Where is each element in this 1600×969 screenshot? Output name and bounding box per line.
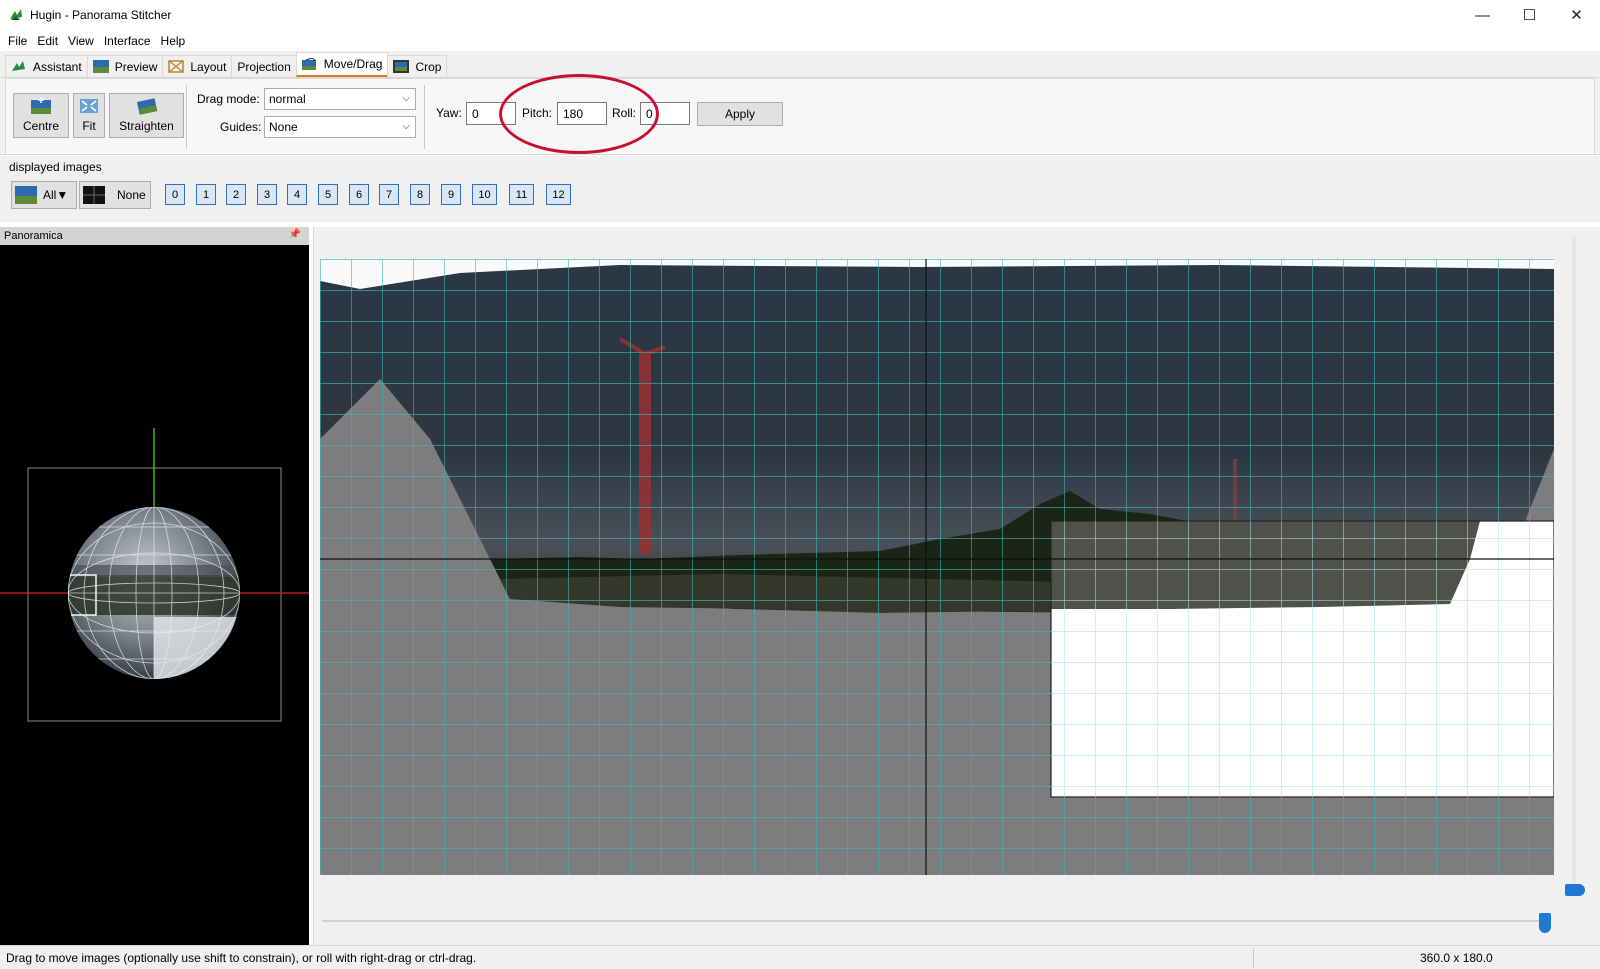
toolbar-inner: Centre Fit Straighten Drag mode: normal … (5, 78, 1595, 155)
move-drag-toolbar: Centre Fit Straighten Drag mode: normal … (0, 77, 1600, 155)
menu-view[interactable]: View (63, 34, 99, 48)
grid-overlay-bottom-right (1051, 797, 1554, 875)
crop-icon (393, 60, 410, 73)
fit-button[interactable]: Fit (73, 93, 105, 138)
menu-interface[interactable]: Interface (99, 34, 156, 48)
grid-overlay-top-right (1051, 259, 1554, 521)
image-toggle-4[interactable]: 4 (287, 184, 307, 205)
tab-preview[interactable]: Preview (86, 55, 164, 77)
tab-bar: Assistant Preview Layout Projection Move… (0, 51, 1600, 77)
annotation-highlight-oval (499, 74, 659, 154)
move-drag-icon (301, 57, 317, 70)
assistant-icon (12, 61, 25, 71)
no-images-icon (83, 186, 105, 204)
status-bar: Drag to move images (optionally use shif… (0, 945, 1600, 969)
separator (186, 85, 187, 149)
displayed-images-label: displayed images (9, 160, 102, 174)
guides-label: Guides: (220, 120, 262, 134)
image-toggle-2[interactable]: 2 (226, 184, 246, 205)
close-button[interactable]: ✕ (1553, 0, 1600, 30)
menu-file[interactable]: File (3, 34, 32, 48)
guides-value: None (269, 120, 298, 134)
image-toggle-12[interactable]: 12 (546, 184, 571, 205)
tab-label: Projection (237, 59, 291, 74)
apply-button[interactable]: Apply (697, 102, 783, 126)
all-images-icon (15, 186, 37, 204)
centre-label: Centre (22, 119, 60, 133)
title-bar: Hugin - Panorama Stitcher — ☐ ✕ (0, 0, 1600, 30)
window-controls: — ☐ ✕ (1459, 0, 1600, 30)
straighten-icon (136, 98, 157, 115)
tab-layout[interactable]: Layout (162, 55, 233, 77)
straighten-button[interactable]: Straighten (109, 93, 184, 138)
image-toggle-9[interactable]: 9 (441, 184, 461, 205)
show-no-images-button[interactable]: None (79, 181, 151, 209)
fit-icon (80, 99, 98, 113)
tab-projection[interactable]: Projection (231, 55, 297, 77)
panoramica-title: Panoramica (4, 230, 63, 242)
drag-mode-select[interactable]: normal ⌵ (264, 88, 416, 110)
vertical-fov-slider-track[interactable] (1572, 236, 1576, 886)
status-message: Drag to move images (optionally use shif… (6, 951, 477, 965)
hugin-app-icon (10, 9, 22, 20)
image-toggle-0[interactable]: 0 (165, 184, 185, 205)
menu-edit[interactable]: Edit (32, 34, 63, 48)
tab-label: Crop (415, 59, 442, 74)
tab-label: Preview (114, 59, 158, 74)
menu-help[interactable]: Help (156, 34, 191, 48)
separator (424, 85, 425, 149)
overview-sphere-view[interactable] (0, 245, 309, 945)
menu-bar: File Edit View Interface Help (0, 30, 1600, 51)
horizontal-fov-slider-thumb[interactable] (1539, 913, 1551, 933)
layout-icon (168, 60, 185, 73)
yaw-label: Yaw: (436, 106, 462, 120)
horizontal-fov-slider-track[interactable] (322, 920, 1550, 922)
panorama-preview (320, 259, 1554, 875)
image-toggle-1[interactable]: 1 (196, 184, 216, 205)
minimize-button[interactable]: — (1459, 0, 1506, 30)
drag-mode-label: Drag mode: (197, 92, 260, 106)
chevron-down-icon: ⌵ (402, 93, 410, 104)
panorama-fov: 360.0 x 180.0 (1420, 951, 1493, 965)
panorama-canvas[interactable] (320, 259, 1554, 875)
tab-label: Assistant (33, 59, 82, 74)
tab-label: Layout (190, 59, 227, 74)
preview-icon (92, 60, 109, 73)
overlay-grid (1051, 521, 1554, 797)
window-title: Hugin - Panorama Stitcher (30, 8, 172, 22)
tab-assistant[interactable]: Assistant (5, 55, 88, 77)
maximize-button[interactable]: ☐ (1506, 0, 1553, 30)
image-toggle-5[interactable]: 5 (318, 184, 338, 205)
all-label: All▼ (43, 188, 69, 202)
grid-overlay-left (320, 259, 1051, 875)
centre-icon (31, 97, 51, 114)
chevron-down-icon: ⌵ (402, 121, 410, 132)
sphere-overview (0, 428, 309, 722)
image-toggle-10[interactable]: 10 (472, 184, 497, 205)
fit-label: Fit (82, 119, 96, 133)
image-toggle-6[interactable]: 6 (349, 184, 369, 205)
show-all-images-button[interactable]: All▼ (11, 181, 77, 209)
tab-crop[interactable]: Crop (387, 55, 448, 77)
image-toggle-11[interactable]: 11 (509, 184, 534, 205)
guides-select[interactable]: None ⌵ (264, 116, 416, 138)
pin-icon[interactable]: 📌 (289, 229, 301, 240)
status-divider (1253, 948, 1254, 968)
drag-mode-value: normal (269, 92, 306, 106)
image-toggle-7[interactable]: 7 (379, 184, 399, 205)
tab-label: Move/Drag (323, 57, 383, 71)
straighten-label: Straighten (119, 119, 174, 133)
vertical-fov-slider-thumb[interactable] (1565, 884, 1585, 896)
tab-move-drag[interactable]: Move/Drag (295, 52, 389, 77)
image-toggle-8[interactable]: 8 (410, 184, 430, 205)
centre-button[interactable]: Centre (13, 93, 69, 138)
none-label: None (117, 188, 146, 202)
panoramica-panel-header: Panoramica 📌 (0, 227, 309, 245)
image-toggle-3[interactable]: 3 (257, 184, 277, 205)
displayed-images-panel: displayed images All▼ None 0 1 2 3 4 5 6… (0, 156, 1600, 222)
